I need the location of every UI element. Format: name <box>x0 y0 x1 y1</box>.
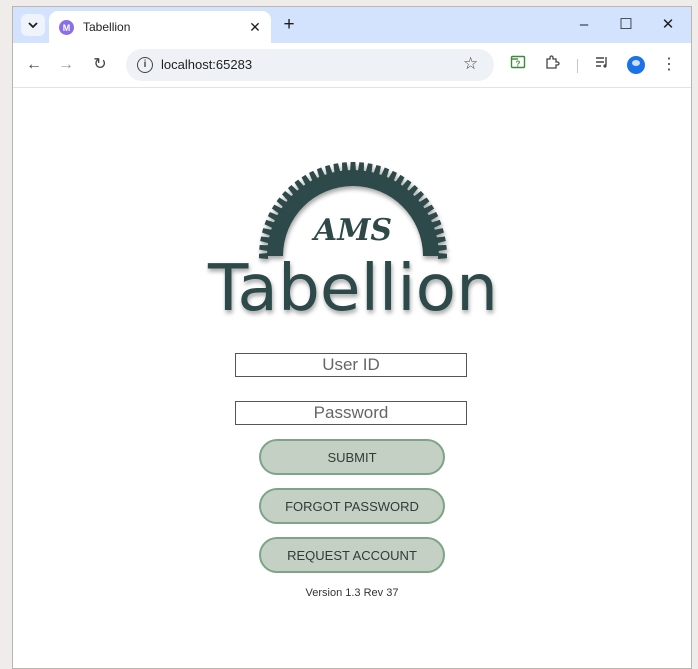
gear-tooth <box>261 228 273 236</box>
gear-tooth <box>373 164 381 176</box>
gear-tooth <box>259 245 269 252</box>
star-icon[interactable]: ☆ <box>463 54 478 74</box>
browser-toolbar: ← → ↻ i localhost:65283 ☆ ? ⋮ <box>13 43 691 88</box>
logo-tabellion-text: Tabellion <box>207 252 498 326</box>
media-icon[interactable] <box>591 54 613 76</box>
gear-tooth <box>433 228 445 236</box>
gear-tooth <box>437 245 447 252</box>
profile-icon[interactable] <box>627 56 645 74</box>
gear-tooth <box>333 163 341 174</box>
tab-title: Tabellion <box>83 20 131 34</box>
address-bar[interactable]: i localhost:65283 ☆ <box>126 49 494 81</box>
page-content: AMS Tabellion SUBMIT FORGOT PASSWORD REQ… <box>13 88 691 668</box>
version-label: Version 1.3 Rev 37 <box>305 587 399 599</box>
gear-tooth <box>357 162 364 172</box>
tab-tabellion[interactable]: M Tabellion ✕ <box>49 11 271 43</box>
info-icon[interactable]: i <box>137 57 153 73</box>
forward-button[interactable]: → <box>55 54 77 76</box>
gear-tooth <box>342 162 349 172</box>
gear-tooth <box>350 162 356 172</box>
gear-tooth <box>435 236 446 244</box>
password-field[interactable] <box>235 401 467 425</box>
close-window-button[interactable]: ✕ <box>653 15 683 35</box>
menu-icon[interactable]: ⋮ <box>658 54 680 76</box>
back-button[interactable]: ← <box>23 54 45 76</box>
forgot-password-button[interactable]: FORGOT PASSWORD <box>259 488 445 524</box>
reload-button[interactable]: ↻ <box>89 54 111 76</box>
minimize-button[interactable]: – <box>569 15 599 35</box>
maximize-button[interactable]: ☐ <box>611 15 641 35</box>
tab-bar: M Tabellion ✕ + – ☐ ✕ <box>13 7 691 43</box>
puzzle-icon[interactable] <box>541 54 563 76</box>
ams-tabellion-logo: AMS Tabellion <box>207 162 498 326</box>
gear-tooth <box>365 163 373 174</box>
tab-close-icon[interactable]: ✕ <box>247 19 263 35</box>
new-tab-button[interactable]: + <box>279 15 299 35</box>
gear-tooth <box>260 236 271 244</box>
tab-search-button[interactable] <box>21 14 45 36</box>
favicon-icon: M <box>59 20 74 35</box>
svg-text:?: ? <box>516 60 521 69</box>
submit-button[interactable]: SUBMIT <box>259 439 445 475</box>
user-id-field[interactable] <box>235 353 467 377</box>
browser-window: M Tabellion ✕ + – ☐ ✕ ← → ↻ i localhost:… <box>12 6 692 669</box>
extension-question-icon[interactable]: ? <box>507 54 529 76</box>
request-account-button[interactable]: REQUEST ACCOUNT <box>259 537 445 573</box>
toolbar-separator <box>577 59 578 73</box>
logo-ams-text: AMS <box>311 213 392 248</box>
chevron-down-icon <box>28 22 38 29</box>
gear-tooth <box>325 164 333 176</box>
url-text: localhost:65283 <box>161 57 253 72</box>
